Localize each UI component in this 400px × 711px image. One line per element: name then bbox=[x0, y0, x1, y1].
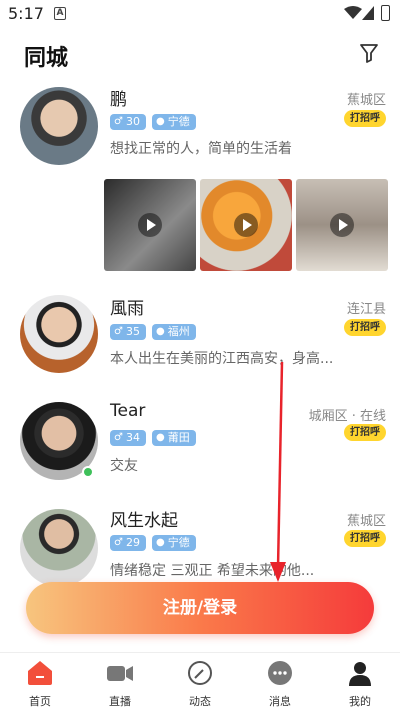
say-hi-button[interactable]: 打招呼 bbox=[344, 110, 386, 127]
nav-item-messages[interactable]: 消息 bbox=[240, 653, 320, 711]
user-tags: ♂ 35 ● 福州 bbox=[110, 324, 196, 342]
user-tags: ♂ 29 ● 宁德 bbox=[110, 535, 196, 553]
age-value: 30 bbox=[125, 115, 140, 128]
nav-label: 直播 bbox=[109, 695, 131, 708]
status-time: 5:17 bbox=[8, 4, 44, 23]
notification-icon: A bbox=[54, 7, 66, 20]
register-login-button[interactable]: 注册/登录 bbox=[26, 582, 374, 634]
say-hi-button[interactable]: 打招呼 bbox=[344, 319, 386, 336]
user-avatar[interactable] bbox=[20, 509, 98, 587]
home-icon bbox=[28, 661, 52, 685]
status-bar: 5:17 A bbox=[0, 0, 400, 28]
city-tag: ● 宁德 bbox=[151, 114, 196, 130]
nav-label: 首页 bbox=[29, 695, 51, 708]
age-value: 29 bbox=[125, 536, 140, 549]
male-icon: ♂ bbox=[114, 116, 123, 127]
male-icon: ♂ bbox=[114, 537, 123, 548]
user-card[interactable]: 风生水起 ♂ 29 ● 宁德 情绪稳定 三观正 希望未来的他... 蕉城区 打招呼 bbox=[0, 497, 400, 587]
nav-item-live[interactable]: 直播 bbox=[80, 653, 160, 711]
user-bio: 情绪稳定 三观正 希望未来的他... bbox=[110, 563, 315, 579]
male-icon: ♂ bbox=[114, 432, 123, 443]
age-value: 35 bbox=[125, 325, 140, 338]
user-name: 鹏 bbox=[110, 90, 127, 110]
user-tags: ♂ 30 ● 宁德 bbox=[110, 114, 196, 132]
battery-icon bbox=[381, 5, 390, 21]
user-name: Tear bbox=[110, 401, 146, 421]
user-bio: 想找正常的人，简单的生活着 bbox=[110, 141, 292, 157]
age-tag: ♂ 29 bbox=[110, 535, 146, 551]
user-location: 城厢区 · 在线 bbox=[308, 409, 386, 424]
male-icon: ♂ bbox=[114, 326, 123, 337]
city-tag: ● 福州 bbox=[151, 324, 196, 340]
filter-icon[interactable] bbox=[358, 42, 380, 64]
nav-item-home[interactable]: 首页 bbox=[0, 653, 80, 711]
camera-icon bbox=[107, 666, 133, 681]
user-card[interactable]: 風雨 ♂ 35 ● 福州 本人出生在美丽的江西高安，身高... 连江县 打招呼 bbox=[0, 285, 400, 385]
page-title: 同城 bbox=[24, 46, 69, 71]
nav-item-profile[interactable]: 我的 bbox=[320, 653, 400, 711]
city-value: 莆田 bbox=[167, 431, 190, 444]
user-location: 连江县 bbox=[346, 302, 386, 317]
photo-strip bbox=[104, 179, 400, 271]
location-pin-icon: ● bbox=[155, 537, 165, 548]
say-hi-button[interactable]: 打招呼 bbox=[344, 530, 386, 547]
age-value: 34 bbox=[125, 431, 140, 444]
age-tag: ♂ 34 bbox=[110, 430, 146, 446]
user-bio: 本人出生在美丽的江西高安，身高... bbox=[110, 351, 334, 367]
city-tag: ● 宁德 bbox=[151, 535, 196, 551]
city-value: 福州 bbox=[167, 325, 190, 338]
nav-label: 我的 bbox=[349, 695, 371, 708]
user-name: 风生水起 bbox=[110, 511, 178, 531]
chat-icon bbox=[268, 661, 292, 685]
play-icon bbox=[234, 213, 258, 237]
video-thumbnail[interactable] bbox=[200, 179, 292, 271]
wifi-icon bbox=[344, 6, 362, 19]
location-pin-icon: ● bbox=[155, 326, 165, 337]
online-status-indicator bbox=[82, 466, 94, 478]
video-thumbnail[interactable] bbox=[104, 179, 196, 271]
user-bio: 交友 bbox=[110, 458, 138, 474]
age-tag: ♂ 30 bbox=[110, 114, 146, 130]
city-tag: ● 莆田 bbox=[151, 430, 196, 446]
video-thumbnail[interactable] bbox=[296, 179, 388, 271]
location-pin-icon: ● bbox=[155, 432, 165, 443]
user-location: 蕉城区 bbox=[346, 514, 386, 529]
user-tags: ♂ 34 ● 莆田 bbox=[110, 430, 196, 448]
say-hi-button[interactable]: 打招呼 bbox=[344, 424, 386, 441]
signal-icon bbox=[362, 6, 374, 20]
city-value: 宁德 bbox=[167, 115, 190, 128]
location-pin-icon: ● bbox=[155, 116, 165, 127]
play-icon bbox=[330, 213, 354, 237]
city-value: 宁德 bbox=[167, 536, 190, 549]
compass-icon bbox=[188, 661, 212, 685]
person-icon bbox=[349, 662, 371, 686]
app-screen: 5:17 A 同城 鹏 ♂ 30 ● 宁德 想找正常的人，简单的生活着 蕉城区 打招… bbox=[0, 0, 400, 711]
user-avatar[interactable] bbox=[20, 87, 98, 165]
nav-label: 消息 bbox=[269, 695, 291, 708]
user-avatar[interactable] bbox=[20, 295, 98, 373]
play-icon bbox=[138, 213, 162, 237]
nav-label: 动态 bbox=[189, 695, 211, 708]
user-card[interactable]: Tear ♂ 34 ● 莆田 交友 城厢区 · 在线 打招呼 bbox=[0, 392, 400, 492]
user-name: 風雨 bbox=[110, 299, 144, 319]
nav-item-feed[interactable]: 动态 bbox=[160, 653, 240, 711]
user-location: 蕉城区 bbox=[346, 93, 386, 108]
bottom-nav: 首页 直播 动态 消息 我的 bbox=[0, 652, 400, 711]
age-tag: ♂ 35 bbox=[110, 324, 146, 340]
